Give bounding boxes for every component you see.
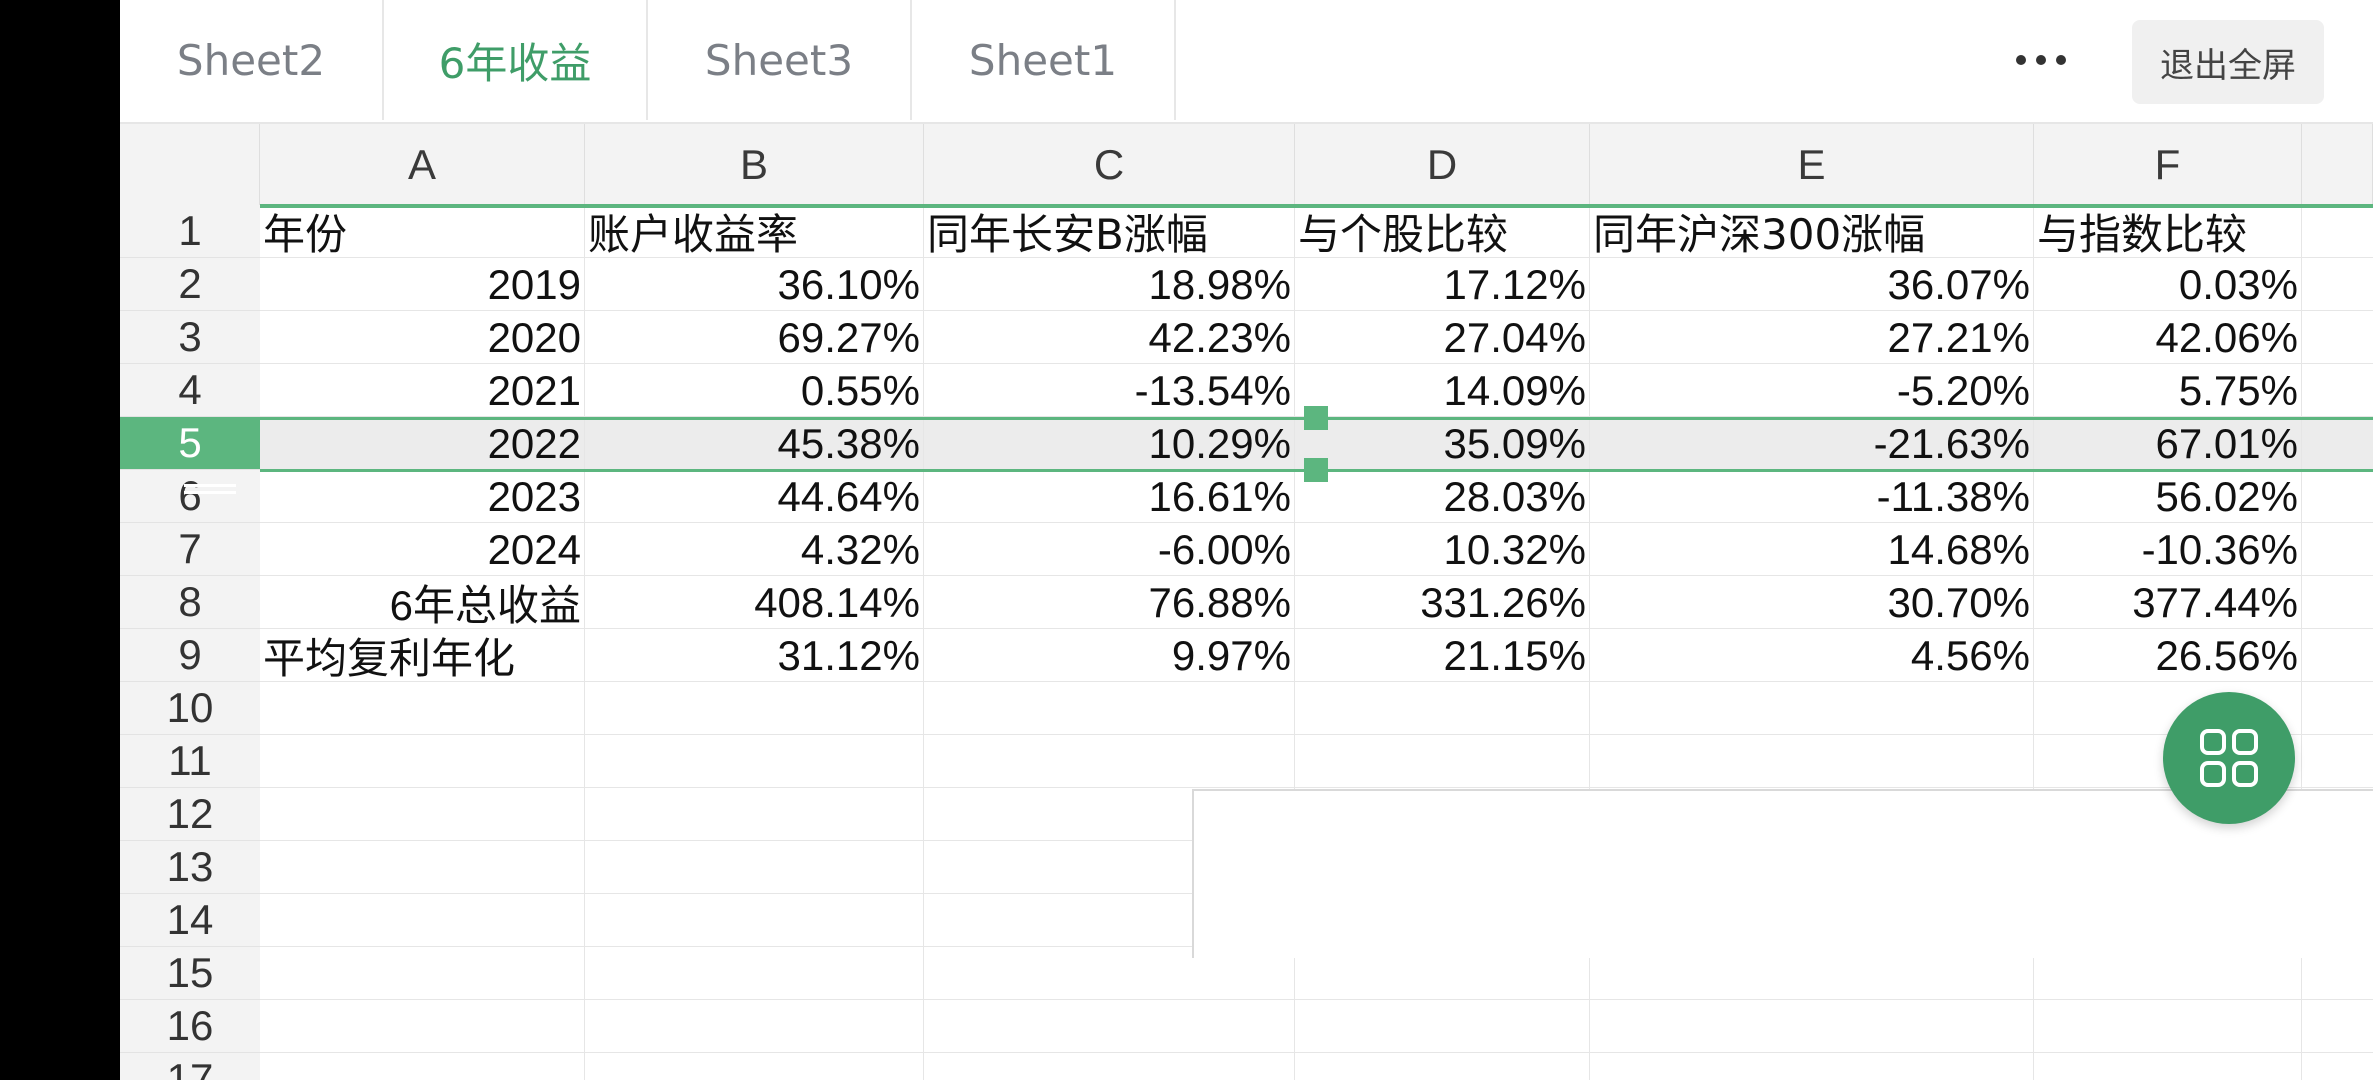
cell-b8[interactable]: 408.14%: [585, 576, 924, 629]
exit-fullscreen-button[interactable]: 退出全屏: [2132, 20, 2324, 104]
column-header-d[interactable]: D: [1295, 124, 1590, 205]
cell-d3[interactable]: 27.04%: [1295, 311, 1590, 364]
column-header-e[interactable]: E: [1590, 124, 2034, 205]
tab-sheet2[interactable]: Sheet2: [120, 0, 384, 120]
row-header-15[interactable]: 15: [120, 947, 260, 1000]
row-header-13[interactable]: 13: [120, 841, 260, 894]
row-header-4[interactable]: 4: [120, 364, 260, 417]
cell-a7[interactable]: 2024: [260, 523, 585, 576]
row-header-14[interactable]: 14: [120, 894, 260, 947]
row-header-5[interactable]: 5: [120, 417, 260, 470]
cell-f6[interactable]: 56.02%: [2034, 470, 2302, 523]
row-gridline: [260, 787, 2373, 788]
cell-a4[interactable]: 2021: [260, 364, 585, 417]
column-header-b[interactable]: B: [585, 124, 924, 205]
cell-f5[interactable]: 67.01%: [2034, 417, 2302, 470]
apps-grid-icon[interactable]: [2163, 692, 2295, 824]
cell-a3[interactable]: 2020: [260, 311, 585, 364]
row-header-17[interactable]: 17: [120, 1053, 260, 1080]
cell-d5[interactable]: 35.09%: [1295, 417, 1590, 470]
cell-b4[interactable]: 0.55%: [585, 364, 924, 417]
cell-d7[interactable]: 10.32%: [1295, 523, 1590, 576]
cell-c6[interactable]: 16.61%: [924, 470, 1295, 523]
cell-c1[interactable]: 同年长安B涨幅: [924, 205, 1295, 258]
more-dots-icon[interactable]: [1996, 0, 2086, 120]
cell-b2[interactable]: 36.10%: [585, 258, 924, 311]
column-header-g[interactable]: [2302, 124, 2373, 205]
cell-a9[interactable]: 平均复利年化: [260, 629, 585, 682]
cell-e5[interactable]: -21.63%: [1590, 417, 2034, 470]
cell-f9[interactable]: 26.56%: [2034, 629, 2302, 682]
cell-c3[interactable]: 42.23%: [924, 311, 1295, 364]
cell-f4[interactable]: 5.75%: [2034, 364, 2302, 417]
row-gridline: [260, 999, 2373, 1000]
cell-b1[interactable]: 账户收益率: [585, 205, 924, 258]
row-header-11[interactable]: 11: [120, 735, 260, 788]
cell-a2[interactable]: 2019: [260, 258, 585, 311]
cell-d4[interactable]: 14.09%: [1295, 364, 1590, 417]
cell-b7[interactable]: 4.32%: [585, 523, 924, 576]
cell-b9[interactable]: 31.12%: [585, 629, 924, 682]
cell-c5[interactable]: 10.29%: [924, 417, 1295, 470]
column-header-underline: [260, 204, 2373, 208]
row-gridline: [260, 1052, 2373, 1053]
row-header-8[interactable]: 8: [120, 576, 260, 629]
column-header-a[interactable]: A: [260, 124, 585, 205]
cell-c7[interactable]: -6.00%: [924, 523, 1295, 576]
cell-f8[interactable]: 377.44%: [2034, 576, 2302, 629]
selection-handle-top[interactable]: [1304, 406, 1328, 430]
cell-f3[interactable]: 42.06%: [2034, 311, 2302, 364]
sheet-tab-bar: Sheet2 6年收益 Sheet3 Sheet1 退出全屏: [120, 0, 2373, 124]
column-header-c[interactable]: C: [924, 124, 1295, 205]
column-header-f[interactable]: F: [2034, 124, 2302, 205]
cell-b6[interactable]: 44.64%: [585, 470, 924, 523]
tab-sheet1[interactable]: Sheet1: [912, 0, 1176, 120]
row-resize-grip-icon[interactable]: [184, 484, 236, 494]
cell-e2[interactable]: 36.07%: [1590, 258, 2034, 311]
cell-b3[interactable]: 69.27%: [585, 311, 924, 364]
tab-6-year-returns[interactable]: 6年收益: [384, 0, 648, 120]
row-header-3[interactable]: 3: [120, 311, 260, 364]
cell-e8[interactable]: 30.70%: [1590, 576, 2034, 629]
row-header-10[interactable]: 10: [120, 682, 260, 735]
cell-d9[interactable]: 21.15%: [1295, 629, 1590, 682]
row-header-1[interactable]: 1: [120, 205, 260, 258]
cell-f1[interactable]: 与指数比较: [2034, 205, 2302, 258]
cell-d6[interactable]: 28.03%: [1295, 470, 1590, 523]
tab-sheet3[interactable]: Sheet3: [648, 0, 912, 120]
cell-f2[interactable]: 0.03%: [2034, 258, 2302, 311]
cell-e1[interactable]: 同年沪深300涨幅: [1590, 205, 2034, 258]
row-header-9[interactable]: 9: [120, 629, 260, 682]
row-gridline: [260, 734, 2373, 735]
cell-e4[interactable]: -5.20%: [1590, 364, 2034, 417]
cell-e6[interactable]: -11.38%: [1590, 470, 2034, 523]
row-header-6[interactable]: 6: [120, 470, 260, 523]
cell-c8[interactable]: 76.88%: [924, 576, 1295, 629]
cell-c2[interactable]: 18.98%: [924, 258, 1295, 311]
cell-d1[interactable]: 与个股比较: [1295, 205, 1590, 258]
spreadsheet-app: Sheet2 6年收益 Sheet3 Sheet1 退出全屏 ABCDEF123…: [120, 0, 2373, 1080]
row-header-12[interactable]: 12: [120, 788, 260, 841]
cell-a5[interactable]: 2022: [260, 417, 585, 470]
cell-d2[interactable]: 17.12%: [1295, 258, 1590, 311]
cell-b5[interactable]: 45.38%: [585, 417, 924, 470]
cell-e7[interactable]: 14.68%: [1590, 523, 2034, 576]
row-header-7[interactable]: 7: [120, 523, 260, 576]
cell-a1[interactable]: 年份: [260, 205, 585, 258]
row-header-2[interactable]: 2: [120, 258, 260, 311]
apps-grid-glyph: [2200, 729, 2258, 787]
cell-a8[interactable]: 6年总收益: [260, 576, 585, 629]
cell-f7[interactable]: -10.36%: [2034, 523, 2302, 576]
row-header-16[interactable]: 16: [120, 1000, 260, 1053]
cell-c9[interactable]: 9.97%: [924, 629, 1295, 682]
cell-e9[interactable]: 4.56%: [1590, 629, 2034, 682]
cell-d8[interactable]: 331.26%: [1295, 576, 1590, 629]
selection-handle-bottom[interactable]: [1304, 458, 1328, 482]
cell-e3[interactable]: 27.21%: [1590, 311, 2034, 364]
cell-c4[interactable]: -13.54%: [924, 364, 1295, 417]
cell-a6[interactable]: 2023: [260, 470, 585, 523]
select-all-corner[interactable]: [120, 124, 260, 205]
